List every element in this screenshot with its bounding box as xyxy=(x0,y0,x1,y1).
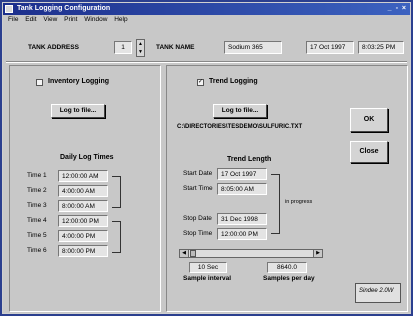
sample-interval-slider[interactable]: ◀ ▶ xyxy=(179,249,323,258)
menu-window[interactable]: Window xyxy=(84,16,107,23)
menu-help[interactable]: Help xyxy=(114,16,127,23)
stop-time-field[interactable]: 12:00:00 PM xyxy=(217,228,267,240)
samples-per-day-value: 8640.0 xyxy=(267,262,307,273)
tank-address-field[interactable]: 1 xyxy=(114,41,132,54)
tank-address-spinner[interactable]: ▲ ▼ xyxy=(136,39,145,57)
app-icon[interactable] xyxy=(5,5,13,13)
inventory-logging-label: Inventory Logging xyxy=(48,78,110,85)
title-bar[interactable]: Tank Logging Configuration _ ▫ × xyxy=(3,3,410,15)
trend-checkbox[interactable]: ✓ xyxy=(197,79,204,86)
times-bracket-bottom xyxy=(112,221,121,253)
slider-right-arrow-icon[interactable]: ▶ xyxy=(313,250,322,257)
samples-per-day-label: Samples per day xyxy=(263,275,315,282)
time-3-field[interactable]: 8:00:00 AM xyxy=(58,200,108,212)
stop-date-label: Stop Date xyxy=(183,215,212,222)
window-title: Tank Logging Configuration xyxy=(17,5,111,12)
time-6-label: Time 6 xyxy=(27,247,47,254)
trend-file-path: C:\DIRECTORIES\TESDEMO\SULFURIC.TXT xyxy=(177,124,303,130)
menu-print[interactable]: Print xyxy=(64,16,77,23)
time-2-label: Time 2 xyxy=(27,187,47,194)
time-5-label: Time 5 xyxy=(27,232,47,239)
time-2-field[interactable]: 4:00:00 AM xyxy=(58,185,108,197)
time-4-label: Time 4 xyxy=(27,217,47,224)
close-button[interactable]: Close xyxy=(350,141,388,163)
logo-box: Sindee 2.0W xyxy=(355,283,401,303)
window-controls[interactable]: _ ▫ × xyxy=(388,3,407,15)
ok-button[interactable]: OK xyxy=(350,108,388,132)
tank-address-label: TANK ADDRESS xyxy=(28,44,79,51)
slider-left-arrow-icon[interactable]: ◀ xyxy=(180,250,189,257)
inventory-panel: Inventory Logging Log to file... Daily L… xyxy=(9,65,161,312)
daily-log-times-header: Daily Log Times xyxy=(60,154,114,161)
menu-file[interactable]: File xyxy=(8,16,18,23)
trend-status: in progress xyxy=(285,199,313,205)
time-5-field[interactable]: 4:00:00 PM xyxy=(58,230,108,242)
time-1-field[interactable]: 12:00:00 AM xyxy=(58,170,108,182)
toolbar-divider xyxy=(6,61,407,63)
sample-interval-value: 10 Sec xyxy=(189,262,227,273)
menu-view[interactable]: View xyxy=(43,16,57,23)
tank-toolbar: TANK ADDRESS 1 ▲ ▼ TANK NAME Sodium 365 1… xyxy=(6,37,407,57)
times-bracket-top xyxy=(112,176,121,208)
tank-name-label: TANK NAME xyxy=(156,44,195,51)
trend-length-header: Trend Length xyxy=(227,156,272,163)
logo: Sindee 2.0W xyxy=(359,288,394,294)
time-1-label: Time 1 xyxy=(27,172,47,179)
trend-logging-label: Trend Logging xyxy=(209,78,258,85)
start-date-field[interactable]: 17 Oct 1997 xyxy=(217,168,267,180)
app-window: Tank Logging Configuration _ ▫ × File Ed… xyxy=(2,2,411,314)
time-3-label: Time 3 xyxy=(27,202,47,209)
time-display: 8:03:25 PM xyxy=(358,41,404,54)
date-display: 17 Oct 1997 xyxy=(306,41,354,54)
stop-time-label: Stop Time xyxy=(183,230,213,237)
menu-edit[interactable]: Edit xyxy=(25,16,36,23)
stop-date-field[interactable]: 31 Dec 1998 xyxy=(217,213,267,225)
tank-name-field[interactable]: Sodium 365 xyxy=(224,41,282,54)
time-4-field[interactable]: 12:00:00 PM xyxy=(58,215,108,227)
sample-interval-label: Sample interval xyxy=(183,275,232,282)
trend-panel: ✓ Trend Logging Log to file... C:\DIRECT… xyxy=(166,65,408,312)
time-6-field[interactable]: 8:00:00 PM xyxy=(58,245,108,257)
slider-thumb[interactable] xyxy=(190,250,196,257)
inventory-checkbox[interactable] xyxy=(36,79,43,86)
start-time-label: Start Time xyxy=(183,185,213,192)
start-time-field[interactable]: 8:05:00 AM xyxy=(217,183,267,195)
trend-range-bracket xyxy=(271,174,280,234)
menu-bar: File Edit View Print Window Help xyxy=(3,15,410,25)
inventory-log-to-file-button[interactable]: Log to file... xyxy=(51,104,105,118)
start-date-label: Start Date xyxy=(183,170,213,177)
trend-log-to-file-button[interactable]: Log to file... xyxy=(213,104,267,118)
